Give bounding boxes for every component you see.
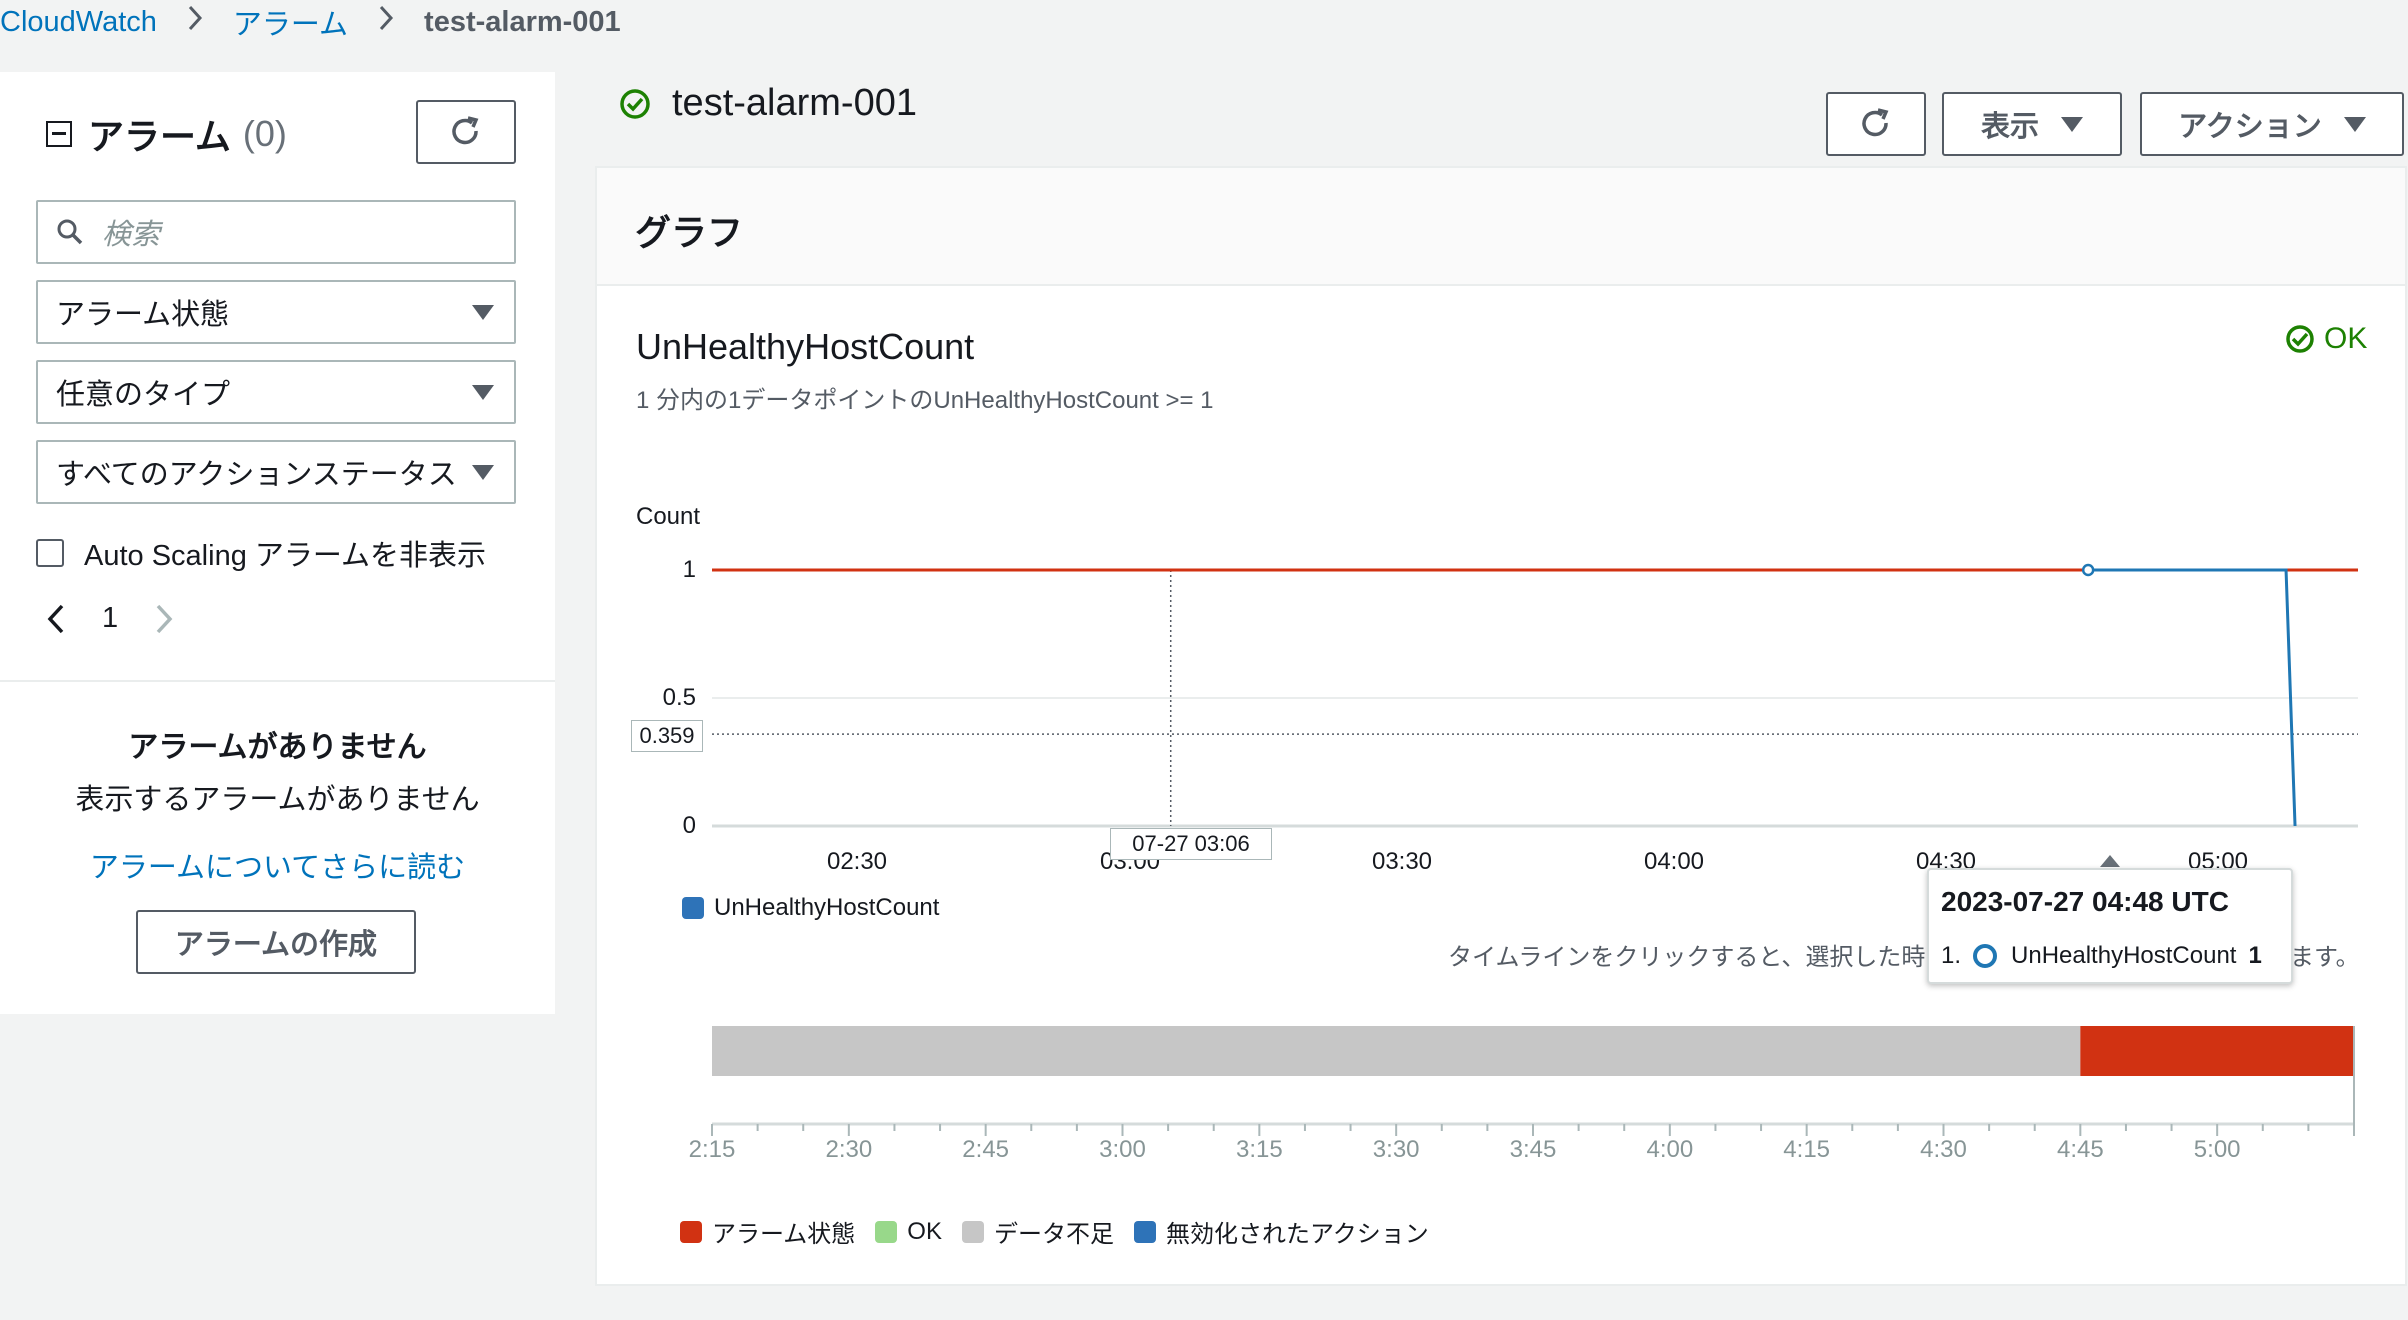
legend-swatch <box>1133 1220 1156 1243</box>
timeline-tick-label: 2:45 <box>962 1136 1010 1163</box>
legend-label: 無効化されたアクション <box>1165 1221 1429 1248</box>
timeline-tick-label: 2:30 <box>825 1136 873 1163</box>
legend-alarm: アラーム状態 <box>680 1214 855 1249</box>
legend-swatch <box>961 1220 984 1243</box>
timeline-tick-label: 3:15 <box>1235 1136 1283 1163</box>
timeline-tick-label: 3:30 <box>1372 1136 1420 1163</box>
legend-disabled-actions: 無効化されたアクション <box>1133 1214 1429 1249</box>
timeline-tick-label: 4:15 <box>1783 1136 1831 1163</box>
legend-insufficient: データ不足 <box>961 1214 1114 1249</box>
legend-label: OK <box>907 1217 942 1245</box>
timeline-tick-label: 2:15 <box>688 1136 736 1163</box>
legend-ok: OK <box>875 1218 942 1246</box>
timeline-tick-label: 4:45 <box>2056 1136 2104 1163</box>
timeline-segment-insufficient <box>712 1026 2081 1076</box>
timeline-tick-label: 3:00 <box>1099 1136 1146 1163</box>
timeline-segment-alarm <box>2080 1026 2354 1076</box>
legend-label: アラーム状態 <box>712 1221 856 1248</box>
state-timeline[interactable] <box>0 0 2408 1320</box>
legend-swatch <box>875 1220 898 1243</box>
state-legend: アラーム状態 OK データ不足 無効化されたアクション <box>680 1214 1449 1249</box>
timeline-tick-label: 4:00 <box>1646 1136 1694 1163</box>
timeline-tick-label: 3:45 <box>1509 1136 1557 1163</box>
timeline-tick-label: 4:30 <box>1920 1136 1967 1163</box>
timeline-tick-label: 5:00 <box>2193 1136 2241 1163</box>
legend-swatch <box>680 1220 702 1243</box>
legend-label: データ不足 <box>993 1221 1114 1248</box>
